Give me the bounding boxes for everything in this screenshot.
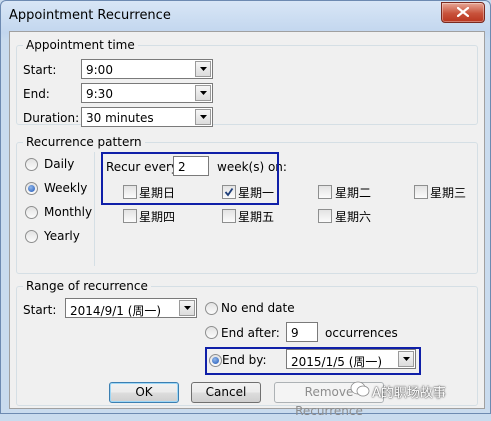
- end-time-select[interactable]: 9:30: [81, 83, 213, 103]
- monthly-label: Monthly: [44, 205, 93, 219]
- range-start-label: Start:: [23, 303, 57, 317]
- saturday-label: 星期六: [335, 210, 372, 224]
- watermark-text: A的职场故事: [372, 386, 446, 401]
- wechat-icon: [350, 381, 370, 397]
- cancel-button[interactable]: Cancel: [191, 382, 261, 403]
- start-time-dropdown-button[interactable]: [195, 61, 211, 77]
- close-button[interactable]: [441, 2, 485, 23]
- appointment-recurrence-dialog: Appointment Recurrence Appointment time …: [0, 0, 491, 418]
- weekly-label: Weekly: [44, 181, 88, 195]
- end-by-highlight-box: [205, 347, 421, 375]
- range-start-select[interactable]: 2014/9/1 (周一): [65, 298, 197, 318]
- end-time-dropdown-button[interactable]: [195, 85, 211, 101]
- wechat-watermark: A的职场故事: [350, 378, 490, 402]
- ok-button[interactable]: OK: [109, 382, 179, 403]
- end-time-value: 9:30: [86, 87, 113, 101]
- checkbox-wednesday[interactable]: [414, 185, 428, 199]
- radio-yearly[interactable]: [25, 230, 38, 243]
- checkbox-friday[interactable]: [222, 209, 236, 223]
- range-start-value: 2014/9/1 (周一): [70, 304, 162, 318]
- radio-end-after[interactable]: [205, 326, 218, 339]
- recurrence-pattern-heading: Recurrence pattern: [23, 135, 145, 149]
- duration-label: Duration:: [23, 111, 80, 125]
- end-after-input[interactable]: 9: [286, 322, 318, 342]
- appointment-time-heading: Appointment time: [23, 38, 138, 52]
- dialog-body: Appointment time Start: 9:00 End: 9:30 D…: [9, 31, 485, 418]
- end-after-value: 9: [291, 326, 299, 340]
- checkbox-saturday[interactable]: [318, 209, 332, 223]
- wednesday-label: 星期三: [430, 186, 467, 200]
- chevron-down-icon: [200, 67, 207, 71]
- range-start-dropdown-button[interactable]: [179, 300, 195, 316]
- start-time-select[interactable]: 9:00: [81, 59, 213, 79]
- friday-label: 星期五: [238, 210, 275, 224]
- checkbox-tuesday[interactable]: [318, 185, 332, 199]
- occurrences-label: occurrences: [325, 326, 398, 340]
- start-time-label: Start:: [23, 63, 57, 77]
- thursday-label: 星期四: [139, 210, 176, 224]
- end-time-label: End:: [23, 87, 50, 101]
- duration-dropdown-button[interactable]: [195, 109, 211, 125]
- chevron-down-icon: [184, 306, 191, 310]
- chevron-down-icon: [200, 91, 207, 95]
- radio-no-end-date[interactable]: [205, 302, 218, 315]
- pattern-divider: [94, 152, 95, 266]
- start-time-value: 9:00: [86, 63, 113, 77]
- yearly-label: Yearly: [44, 229, 80, 243]
- no-end-date-label: No end date: [221, 301, 295, 315]
- end-after-label: End after:: [221, 326, 280, 340]
- daily-label: Daily: [44, 157, 75, 171]
- tuesday-label: 星期二: [335, 186, 372, 200]
- title-bar[interactable]: Appointment Recurrence: [1, 1, 490, 31]
- radio-monthly[interactable]: [25, 206, 38, 219]
- duration-select[interactable]: 30 minutes: [81, 107, 213, 127]
- radio-weekly[interactable]: [25, 182, 38, 195]
- radio-daily[interactable]: [25, 158, 38, 171]
- checkbox-thursday[interactable]: [123, 209, 137, 223]
- range-of-recurrence-heading: Range of recurrence: [23, 279, 151, 293]
- chevron-down-icon: [200, 115, 207, 119]
- close-icon: [457, 7, 469, 17]
- recur-highlight-box: [101, 152, 279, 205]
- duration-value: 30 minutes: [86, 111, 154, 125]
- window-title: Appointment Recurrence: [9, 8, 171, 23]
